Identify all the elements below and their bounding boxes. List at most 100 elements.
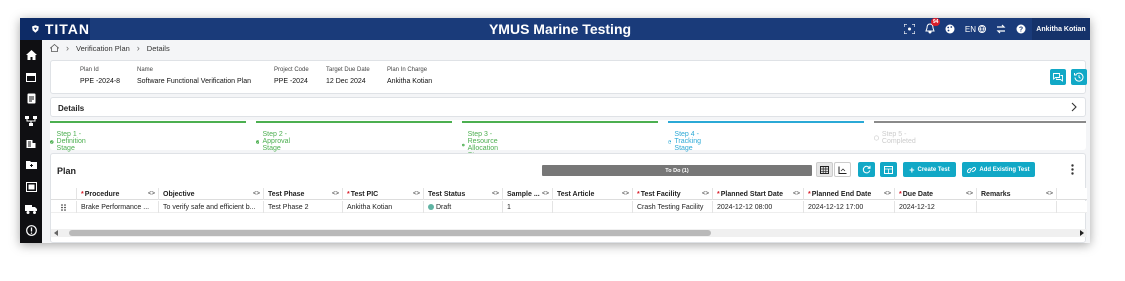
- plan-name-field: Name Software Functional Verification Pl…: [137, 67, 251, 85]
- language-selector[interactable]: EN: [965, 25, 986, 34]
- sort-arrows-icon[interactable]: <>: [148, 191, 155, 197]
- cell-planned-start[interactable]: 2024-12-12 08:00: [713, 201, 804, 213]
- header-test-facility[interactable]: * Test Facility <>: [633, 188, 713, 200]
- create-test-label: Create Test: [917, 166, 950, 173]
- sidebar-truck[interactable]: [25, 202, 38, 215]
- sidebar-home[interactable]: [25, 48, 38, 61]
- layout-button[interactable]: [880, 162, 897, 177]
- cell-procedure[interactable]: Brake Performance ...: [77, 201, 159, 213]
- top-bar: TITAN YMUS Marine Testing 94 EN ? Ankith…: [20, 18, 1090, 40]
- header-planned-end[interactable]: * Planned End Date <>: [804, 188, 895, 200]
- plan-section: Plan To Do (1) + Create Test Add Existin…: [50, 153, 1087, 243]
- home-outline-icon[interactable]: [50, 44, 59, 52]
- header-drag-column: [51, 188, 77, 200]
- scan-icon[interactable]: [903, 24, 915, 34]
- cell-test-status[interactable]: Draft: [424, 201, 503, 213]
- stage-stepper: Step 1 - Definition Stage Step 2 - Appro…: [50, 120, 1086, 159]
- table-row[interactable]: Brake Performance ... To verify safe and…: [51, 201, 1087, 213]
- header-procedure[interactable]: * Procedure <>: [77, 188, 159, 200]
- notifications[interactable]: 94: [925, 18, 941, 36]
- header-objective[interactable]: Objective <>: [159, 188, 264, 200]
- cell-test-article[interactable]: [553, 201, 633, 213]
- sort-arrows-icon[interactable]: <>: [884, 191, 891, 197]
- sidebar-calendar[interactable]: [25, 70, 38, 83]
- sidebar-info[interactable]: [25, 224, 38, 237]
- breadcrumb-item-details: Details: [146, 43, 170, 53]
- header-label: Objective: [163, 190, 195, 198]
- svg-text:?: ?: [1019, 27, 1023, 34]
- cell-test-facility[interactable]: Crash Testing Facility: [633, 201, 713, 213]
- project-code-label: Project Code: [274, 67, 309, 73]
- header-due-date[interactable]: * Due Date <>: [895, 188, 977, 200]
- cell-planned-end[interactable]: 2024-12-12 17:00: [804, 201, 895, 213]
- sort-arrows-icon[interactable]: <>: [542, 191, 549, 197]
- sidebar-document[interactable]: [25, 92, 38, 105]
- header-test-pic[interactable]: * Test PIC <>: [343, 188, 424, 200]
- plan-name-value: Software Functional Verification Plan: [137, 78, 252, 85]
- sort-arrows-icon[interactable]: <>: [966, 191, 973, 197]
- table-view-button[interactable]: [816, 162, 833, 177]
- sort-arrows-icon[interactable]: <>: [622, 191, 629, 197]
- breadcrumb-item-verification-plan[interactable]: Verification Plan: [76, 44, 130, 53]
- gantt-view-button[interactable]: [834, 162, 851, 177]
- header-planned-start[interactable]: * Planned Start Date <>: [713, 188, 804, 200]
- scroll-left-icon[interactable]: [54, 230, 59, 236]
- sidebar-folder[interactable]: [25, 158, 38, 171]
- sort-arrows-icon[interactable]: <>: [702, 191, 709, 197]
- refresh-button[interactable]: [858, 162, 875, 177]
- history-button[interactable]: [1071, 69, 1087, 85]
- palette-icon[interactable]: [945, 24, 955, 34]
- header-sample[interactable]: Sample ... <>: [503, 188, 553, 200]
- cell-sample[interactable]: 1: [503, 201, 553, 213]
- building-icon: [26, 139, 36, 148]
- cell-test-phase[interactable]: Test Phase 2: [264, 201, 343, 213]
- drag-handle-icon: [61, 203, 66, 211]
- sidebar: [20, 40, 42, 243]
- step-label: Step 2 - Approval Stage: [262, 131, 291, 152]
- sort-arrows-icon[interactable]: <>: [253, 191, 260, 197]
- cell-due-date[interactable]: 2024-12-12: [895, 201, 977, 213]
- sidebar-network[interactable]: [25, 114, 38, 127]
- header-label: Test Article: [557, 190, 595, 198]
- scroll-right-icon[interactable]: [1079, 230, 1084, 236]
- sort-arrows-icon[interactable]: <>: [413, 191, 420, 197]
- comments-icon: [1053, 72, 1063, 82]
- more-options-button[interactable]: [1067, 161, 1077, 177]
- grid-header-row: * Procedure <> Objective <> Test Phase <> * T…: [51, 188, 1087, 200]
- step-bar: [256, 121, 452, 123]
- user-menu-button[interactable]: Ankitha Kotian: [1032, 18, 1090, 40]
- todo-progress-bar[interactable]: To Do (1): [542, 165, 812, 176]
- drag-handle[interactable]: [51, 201, 77, 213]
- sort-arrows-icon[interactable]: <>: [793, 191, 800, 197]
- link-icon: [967, 166, 977, 173]
- switch-arrows-icon[interactable]: [996, 24, 1006, 34]
- sidebar-image[interactable]: [25, 180, 38, 193]
- breadcrumb-separator-icon: ›: [136, 43, 140, 53]
- header-test-article[interactable]: Test Article <>: [553, 188, 633, 200]
- cell-remarks[interactable]: [977, 201, 1057, 213]
- scrollbar-thumb[interactable]: [69, 230, 711, 236]
- header-remarks[interactable]: Remarks <>: [977, 188, 1057, 200]
- add-existing-test-button[interactable]: Add Existing Test: [962, 162, 1035, 177]
- help-icon[interactable]: ?: [1016, 24, 1026, 34]
- details-accordion[interactable]: Details: [50, 97, 1086, 117]
- cell-objective[interactable]: To verify safe and efficient b...: [159, 201, 264, 213]
- header-test-status[interactable]: Test Status <>: [424, 188, 503, 200]
- step-label-wrap: Step 4 - Tracking Stage: [668, 131, 706, 152]
- main-content: › Verification Plan › Details Plan Id PP…: [42, 40, 1090, 243]
- horizontal-scrollbar[interactable]: [51, 229, 1087, 237]
- comments-button[interactable]: [1050, 69, 1066, 85]
- sort-arrows-icon[interactable]: <>: [332, 191, 339, 197]
- sidebar-building[interactable]: [25, 136, 38, 149]
- header-label: Test Phase: [268, 190, 305, 198]
- cell-test-pic[interactable]: Ankitha Kotian: [343, 201, 424, 213]
- sort-arrows-icon[interactable]: <>: [1046, 191, 1053, 197]
- header-test-phase[interactable]: Test Phase <>: [264, 188, 343, 200]
- step-label-wrap: Step 5 - Completed: [874, 131, 919, 145]
- sort-arrows-icon[interactable]: <>: [492, 191, 499, 197]
- alert-circle-icon: [25, 225, 37, 236]
- header-label: Test Facility: [640, 190, 681, 198]
- create-test-button[interactable]: + Create Test: [903, 162, 956, 177]
- language-label: EN: [964, 24, 976, 34]
- layout-panel-icon: [884, 165, 893, 174]
